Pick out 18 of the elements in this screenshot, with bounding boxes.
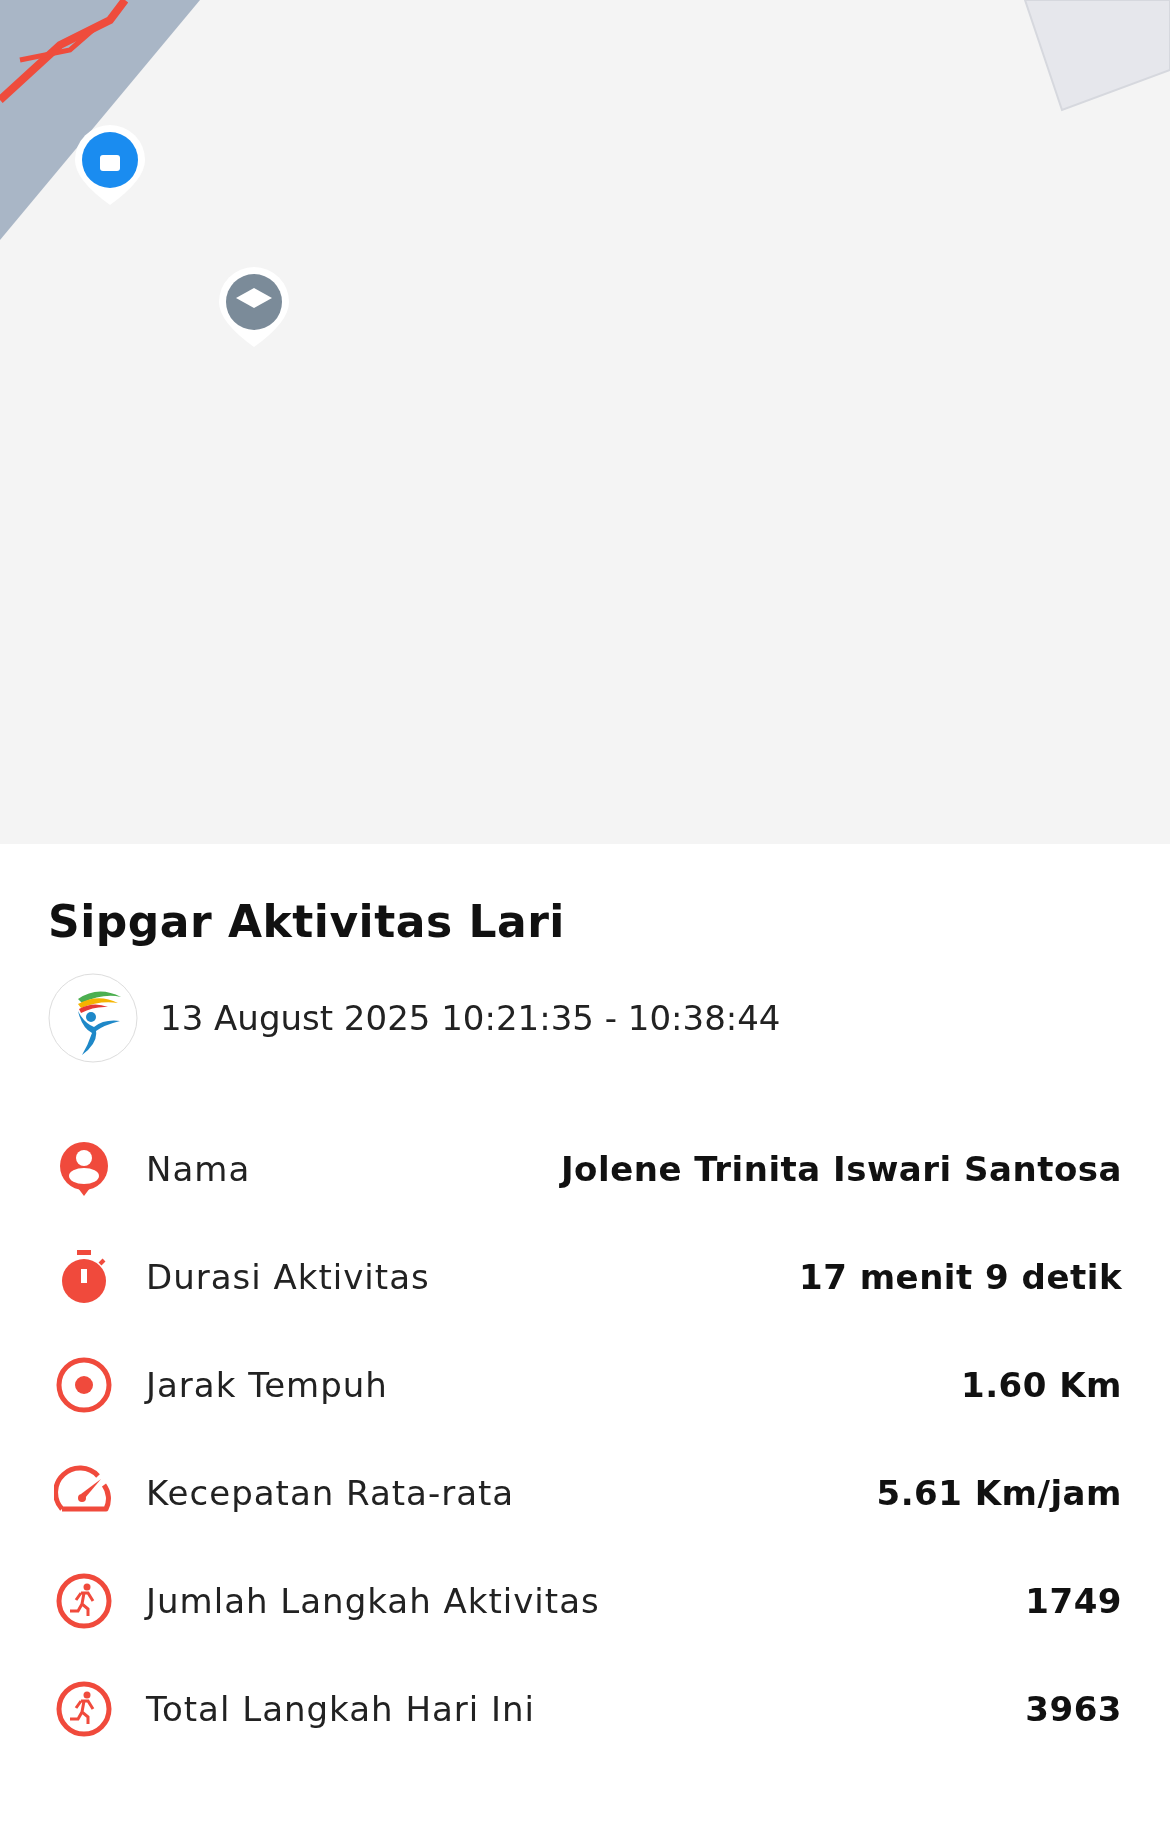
- stat-value: 1749: [1025, 1581, 1122, 1621]
- stat-value: 5.61 Km/jam: [876, 1473, 1122, 1513]
- stat-label: Durasi Aktivitas: [146, 1257, 431, 1297]
- stat-value: 17 menit 9 detik: [799, 1257, 1122, 1297]
- activity-title: Sipgar Aktivitas Lari: [48, 896, 566, 947]
- logo-icon: [48, 973, 138, 1063]
- runner-icon: [54, 1571, 114, 1631]
- stat-label: Jumlah Langkah Aktivitas: [146, 1581, 601, 1621]
- stat-label: Total Langkah Hari Ini: [146, 1689, 537, 1729]
- stat-label: Nama: [146, 1149, 252, 1189]
- runner-icon: [54, 1679, 114, 1739]
- stat-value: Jolene Trinita Iswari Santosa: [560, 1149, 1122, 1189]
- target-icon: [54, 1355, 114, 1415]
- date-time-range: 13 August 2025 10:21:35 - 10:38:44: [160, 998, 781, 1038]
- stat-value: 1.60 Km: [961, 1365, 1122, 1405]
- stat-value: 3963: [1025, 1689, 1122, 1729]
- stat-label: Jarak Tempuh: [146, 1365, 389, 1405]
- stat-label: Kecepatan Rata-rata: [146, 1473, 516, 1513]
